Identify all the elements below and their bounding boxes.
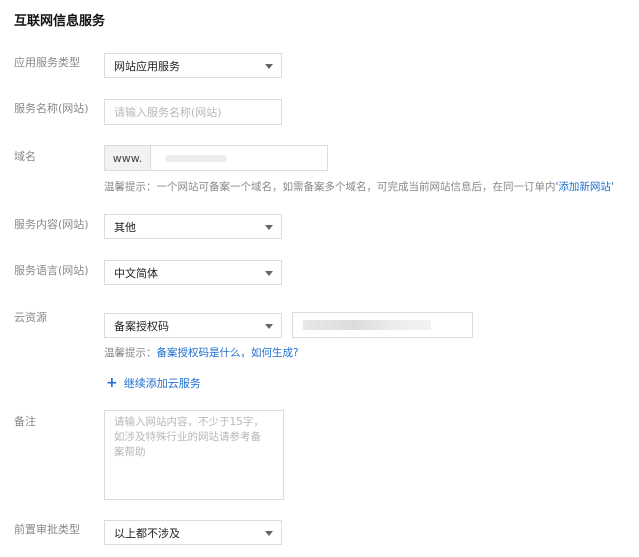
- service-type-value: 网站应用服务: [114, 59, 180, 73]
- service-content-value: 其他: [114, 220, 136, 234]
- page-title: 互联网信息服务: [14, 14, 106, 29]
- service-type-select[interactable]: 网站应用服务: [104, 53, 282, 78]
- auth-code-help-link[interactable]: 备案授权码是什么，如何生成?: [157, 347, 299, 359]
- caret-down-icon: [265, 225, 273, 230]
- add-new-site-link[interactable]: '添加新网站': [556, 181, 614, 193]
- redacted-auth-code: [303, 320, 431, 330]
- domain-label: 域名: [14, 150, 36, 163]
- service-language-value: 中文简体: [114, 266, 158, 280]
- cloud-resource-select[interactable]: 备案授权码: [104, 313, 282, 338]
- service-name-label: 服务名称(网站): [14, 102, 89, 115]
- cloud-resource-hint-text: 温馨提示：: [104, 347, 157, 359]
- add-cloud-service-label: 继续添加云服务: [123, 377, 201, 390]
- add-cloud-service-button[interactable]: + 继续添加云服务: [106, 375, 201, 391]
- remark-label: 备注: [14, 415, 36, 428]
- caret-down-icon: [265, 64, 273, 69]
- cloud-resource-value: 备案授权码: [114, 319, 169, 333]
- pre-approval-value: 以上都不涉及: [114, 526, 180, 540]
- domain-hint-text: 温馨提示：一个网站可备案一个域名，如需备案多个域名，可完成当前网站信息后，在同一…: [104, 181, 556, 193]
- redacted-domain: [165, 155, 227, 162]
- domain-input[interactable]: [151, 146, 327, 170]
- domain-field[interactable]: www.: [104, 145, 328, 171]
- remark-textarea[interactable]: 请输入网站内容，不少于15字， 如涉及特殊行业的网站请参考备 案帮助: [104, 410, 284, 500]
- service-name-input[interactable]: 请输入服务名称(网站): [104, 99, 282, 125]
- domain-hint: 温馨提示：一个网站可备案一个域名，如需备案多个域名，可完成当前网站信息后，在同一…: [104, 179, 614, 194]
- service-content-label: 服务内容(网站): [14, 218, 89, 231]
- service-content-select[interactable]: 其他: [104, 214, 282, 239]
- service-name-placeholder: 请输入服务名称(网站): [114, 106, 222, 119]
- domain-prefix: www.: [105, 146, 151, 170]
- pre-approval-select[interactable]: 以上都不涉及: [104, 520, 282, 545]
- cloud-resource-hint: 温馨提示：备案授权码是什么，如何生成?: [104, 345, 299, 360]
- service-type-label: 应用服务类型: [14, 56, 80, 69]
- plus-icon: +: [106, 375, 118, 391]
- caret-down-icon: [265, 271, 273, 276]
- service-language-select[interactable]: 中文简体: [104, 260, 282, 285]
- service-language-label: 服务语言(网站): [14, 264, 89, 277]
- cloud-resource-label: 云资源: [14, 311, 47, 324]
- caret-down-icon: [265, 531, 273, 536]
- pre-approval-label: 前置审批类型: [14, 523, 80, 536]
- caret-down-icon: [265, 324, 273, 329]
- auth-code-input[interactable]: [292, 312, 473, 338]
